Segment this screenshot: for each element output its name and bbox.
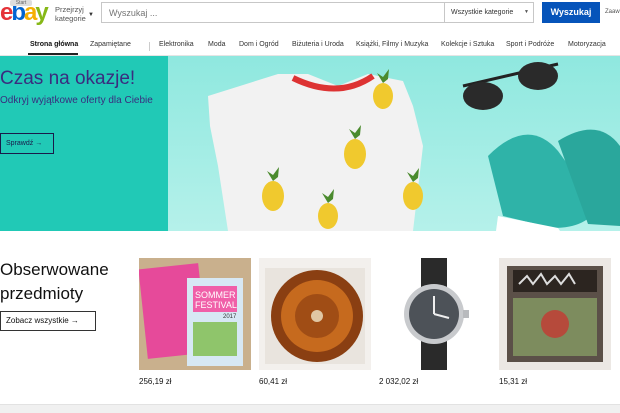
search-button[interactable]: Wyszukaj: [542, 2, 600, 23]
watched-item[interactable]: 2 032,02 zł: [379, 258, 491, 386]
album-image: [499, 258, 611, 370]
hero-banner[interactable]: Czas na okazje! Odkryj wyjątkowe oferty …: [0, 56, 620, 231]
search-input[interactable]: [102, 3, 444, 22]
search-bar: Wszystkie kategorie ▼: [101, 2, 534, 23]
page-divider: [0, 404, 620, 413]
item-thumbnail-poster: SOMMER FESTIVAL 2017: [139, 258, 251, 370]
nav-item-saved[interactable]: Zapamiętane: [90, 41, 131, 48]
sunglasses: [462, 62, 559, 110]
browse-categories-label: Przejrzyj kategorie: [55, 5, 86, 23]
category-nav: Strona główna Zapamiętane Elektronika Mo…: [0, 38, 620, 56]
category-select[interactable]: Wszystkie kategorie ▼: [444, 3, 535, 22]
nav-item-jewelry-beauty[interactable]: Biżuteria i Uroda: [292, 41, 344, 48]
browse-categories-button[interactable]: Przejrzyj kategorie ▼: [55, 5, 95, 23]
watched-item[interactable]: 15,31 zł: [499, 258, 611, 386]
svg-text:2017: 2017: [223, 314, 237, 320]
nav-divider: [149, 42, 150, 51]
header: ebay Start Przejrzyj kategorie ▼ Wszystk…: [0, 0, 620, 38]
see-all-watched-button[interactable]: Zobacz wszystkie →: [0, 311, 96, 331]
svg-text:FESTIVAL: FESTIVAL: [195, 300, 237, 310]
watched-item[interactable]: SOMMER FESTIVAL 2017 256,19 zł: [139, 258, 251, 386]
nav-item-collectibles-art[interactable]: Kolekcje i Sztuka: [441, 41, 494, 48]
svg-text:SOMMER: SOMMER: [195, 290, 236, 300]
chevron-down-icon: ▼: [88, 12, 94, 18]
logo-badge: Start: [10, 0, 32, 6]
item-thumbnail-watch: [379, 258, 491, 370]
nav-item-motors[interactable]: Motoryzacja: [568, 41, 606, 48]
item-thumbnail-vinyl: [259, 258, 371, 370]
nav-item-home[interactable]: Strona główna: [30, 41, 78, 48]
hero-subtitle: Odkryj wyjątkowe oferty dla Ciebie: [0, 95, 153, 106]
chevron-down-icon: ▼: [524, 9, 529, 15]
hero-title: Czas na okazje!: [0, 68, 136, 89]
item-price: 60,41 zł: [259, 377, 288, 386]
nav-item-home-garden[interactable]: Dom i Ogród: [239, 41, 279, 48]
arrow-right-icon: →: [35, 140, 43, 147]
nav-item-sport-travel[interactable]: Sport i Podróże: [506, 41, 554, 48]
hero-cta-label: Sprawdź: [6, 140, 34, 147]
poster-image: SOMMER FESTIVAL 2017: [139, 258, 251, 370]
hero-illustration: [208, 62, 620, 231]
hero-image: [168, 56, 620, 231]
category-select-value: Wszystkie kategorie: [451, 9, 514, 16]
watched-section-title: Obserwowane przedmioty: [0, 260, 109, 303]
arrow-right-icon: →: [70, 316, 79, 325]
advanced-search-link[interactable]: Zaaw: [605, 9, 620, 15]
item-price: 256,19 zł: [139, 377, 172, 386]
hero-cta-button[interactable]: Sprawdź →: [0, 133, 54, 154]
nav-item-electronics[interactable]: Elektronika: [159, 41, 194, 48]
sneakers: [488, 129, 620, 231]
vinyl-image: [259, 258, 371, 370]
see-all-label: Zobacz wszystkie: [6, 316, 69, 325]
item-price: 2 032,02 zł: [379, 377, 419, 386]
item-thumbnail-album: [499, 258, 611, 370]
watched-item[interactable]: 60,41 zł: [259, 258, 371, 386]
active-tab-indicator: [28, 53, 78, 55]
nav-item-books-movies-music[interactable]: Książki, Filmy i Muzyka: [356, 41, 428, 48]
item-price: 15,31 zł: [499, 377, 528, 386]
watch-image: [379, 258, 491, 370]
nav-item-fashion[interactable]: Moda: [208, 41, 226, 48]
